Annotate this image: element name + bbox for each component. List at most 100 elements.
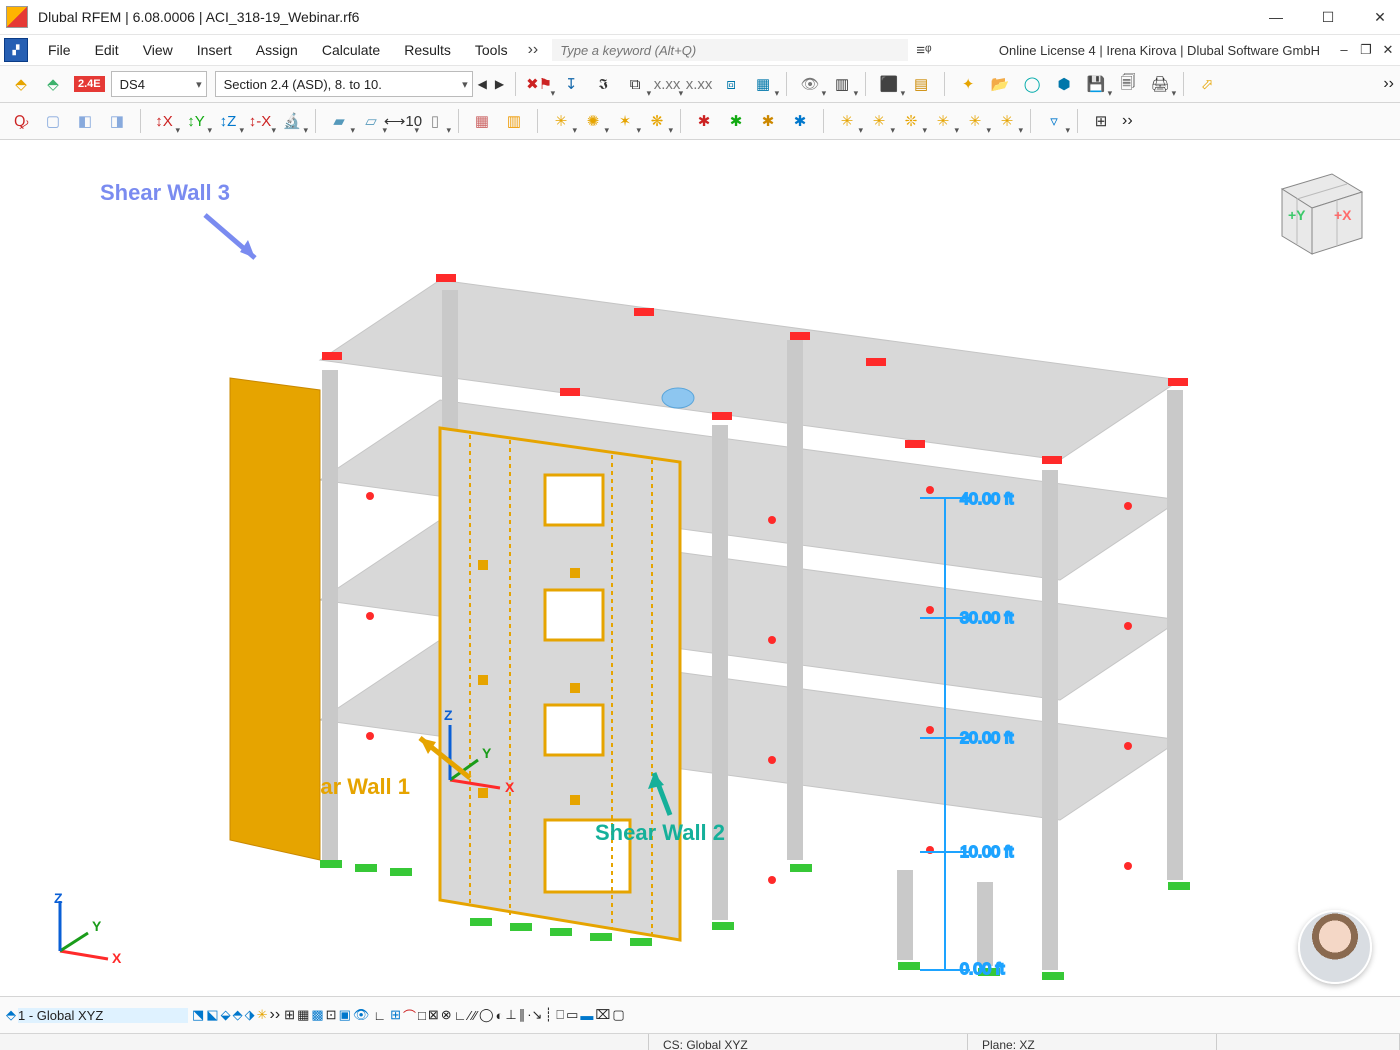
navigation-cube[interactable]: +X +Y (1262, 154, 1372, 264)
hinge4-icon[interactable]: ✱ (785, 106, 815, 136)
snap-grid-icon[interactable]: ⊞ (390, 1007, 401, 1023)
snap-node-icon[interactable]: ·↘ (527, 1007, 542, 1023)
microscope-icon[interactable]: 🔬 (277, 106, 307, 136)
model-viewport[interactable]: X Y Z 40.00 ft 30.00 ft 20.00 ft 10.00 f… (0, 140, 1400, 996)
menu-assign[interactable]: Assign (244, 38, 310, 62)
grid-toggle-icon[interactable]: ⊞ (1086, 106, 1116, 136)
snap-dline-icon[interactable]: ⁄⁄ (473, 1008, 477, 1023)
mdi-minimize[interactable]: – (1336, 42, 1352, 58)
snap-parallel-icon[interactable]: ∥ (519, 1007, 526, 1023)
guide1-icon[interactable]: ⎕ (556, 1007, 564, 1023)
print-icon[interactable]: 🖨 (1145, 69, 1175, 99)
grid4-icon[interactable]: ⊡ (326, 1007, 337, 1023)
snap-line-icon[interactable]: ∕ (468, 1008, 470, 1023)
mdi-restore[interactable]: ❐ (1358, 42, 1374, 58)
show-loads-icon[interactable]: ↧ (556, 69, 586, 99)
load-combo-icon[interactable]: ⬘ (6, 69, 36, 99)
axis-x-icon[interactable]: ↕X (149, 106, 179, 136)
design-situation-select[interactable]: DS4 (111, 71, 207, 97)
angle-icon[interactable]: ∟ (373, 1008, 386, 1023)
zoom-refresh-icon[interactable]: Ꝙ (6, 106, 36, 136)
guide2-icon[interactable]: ▭ (566, 1007, 578, 1023)
dimension-icon[interactable]: ⟷10 (388, 106, 418, 136)
ucs-star-icon[interactable]: ✳ (257, 1007, 268, 1023)
snap-circle-icon[interactable]: ◯ (479, 1007, 494, 1023)
new-model-icon[interactable]: ✦ (953, 69, 983, 99)
hinge3-icon[interactable]: ✱ (753, 106, 783, 136)
axis-neg-icon[interactable]: ↕-X (245, 106, 275, 136)
menu-overflow-icon[interactable]: ›› (520, 41, 547, 59)
saveas-icon[interactable]: 🗐 (1113, 69, 1143, 99)
support3-icon[interactable]: ✶ (610, 106, 640, 136)
support4-icon[interactable]: ❋ (642, 106, 672, 136)
search-options-icon[interactable]: ≡ᵠ (916, 42, 931, 59)
ucs5-icon[interactable]: ⬗ (245, 1007, 255, 1023)
grid5-icon[interactable]: ▣ (339, 1007, 351, 1023)
workplane-icon[interactable]: ⬘ (6, 1007, 16, 1023)
section-icon[interactable]: ▯ (420, 106, 450, 136)
menu-calculate[interactable]: Calculate (310, 38, 392, 62)
block-icon[interactable]: ⬢ (1049, 69, 1079, 99)
support1-icon[interactable]: ✳ (546, 106, 576, 136)
toolbar-overflow-2[interactable]: ›› (1122, 112, 1133, 130)
load-combo2-icon[interactable]: ⬘ (38, 69, 68, 99)
axis-z-icon[interactable]: ↕Z (213, 106, 243, 136)
snap-int-icon[interactable]: ⊗ (441, 1007, 452, 1023)
filter-icon[interactable]: ▿ (1039, 106, 1069, 136)
clip-box-icon[interactable]: ▤ (906, 69, 936, 99)
render-icon[interactable]: ◨ (102, 106, 132, 136)
smooth-icon[interactable]: ⧈ (716, 69, 746, 99)
release6-icon[interactable]: ✳ (992, 106, 1022, 136)
result-beams-icon[interactable]: 𝕴 (588, 69, 618, 99)
search-input[interactable] (552, 39, 908, 61)
grid2-icon[interactable]: ▦ (297, 1007, 309, 1023)
mesh2-icon[interactable]: ▥ (499, 106, 529, 136)
release4-icon[interactable]: ✳ (928, 106, 958, 136)
brand-logo[interactable]: ▞ (4, 38, 28, 62)
pointer-icon[interactable]: ⬀ (1192, 69, 1222, 99)
minimize-button[interactable]: — (1262, 9, 1290, 26)
ucs4-icon[interactable]: ⬘ (233, 1007, 243, 1023)
load-tag[interactable]: 2.4E (74, 76, 105, 92)
ucs1-icon[interactable]: ⬔ (192, 1007, 204, 1023)
prev-load-button[interactable]: ◀ (475, 77, 490, 91)
solid-icon[interactable]: ◧ (70, 106, 100, 136)
guide4-icon[interactable]: ⌧ (595, 1007, 610, 1023)
snap-guide-icon[interactable]: ┊ (544, 1007, 552, 1023)
snap-perp-icon[interactable]: ⊥ (505, 1007, 516, 1023)
result-values-icon[interactable]: x.xx (652, 69, 682, 99)
maximize-button[interactable]: ☐ (1314, 9, 1342, 26)
menu-results[interactable]: Results (392, 38, 463, 62)
iso-icon[interactable]: ▦ (748, 69, 778, 99)
release2-icon[interactable]: ✳ (864, 106, 894, 136)
ucs2-icon[interactable]: ⬕ (206, 1007, 218, 1023)
toolbar-overflow-1[interactable]: ›› (1383, 75, 1394, 93)
next-load-button[interactable]: ▶ (492, 77, 507, 91)
guide3-icon[interactable]: ▬ (580, 1008, 593, 1023)
member-icon[interactable]: ▰ (324, 106, 354, 136)
hinge1-icon[interactable]: ✱ (689, 106, 719, 136)
menu-edit[interactable]: Edit (83, 38, 131, 62)
cloud-icon[interactable]: ◯ (1017, 69, 1047, 99)
menu-view[interactable]: View (131, 38, 185, 62)
view-toggle-icon[interactable]: 👁 (795, 69, 825, 99)
release1-icon[interactable]: ✳ (832, 106, 862, 136)
mdi-close[interactable]: ✕ (1380, 42, 1396, 58)
close-button[interactable]: ✕ (1366, 9, 1394, 26)
transparency-icon[interactable]: ▥ (827, 69, 857, 99)
open-icon[interactable]: 📂 (985, 69, 1015, 99)
snap-mid-icon[interactable]: ⊠ (428, 1007, 439, 1023)
bottom-overflow-1[interactable]: ›› (270, 1006, 281, 1024)
mesh1-icon[interactable]: ▦ (467, 106, 497, 136)
save-icon[interactable]: 💾 (1081, 69, 1111, 99)
result-surface-icon[interactable]: x.xx (684, 69, 714, 99)
wireframe-icon[interactable]: ▢ (38, 106, 68, 136)
snap-tangent-icon[interactable]: ◐ (496, 1008, 504, 1023)
grid3-icon[interactable]: ▩ (311, 1007, 323, 1023)
workplane-select[interactable]: 1 - Global XYZ (18, 1008, 188, 1023)
hinge2-icon[interactable]: ✱ (721, 106, 751, 136)
grid6-icon[interactable]: 👁 (353, 1007, 370, 1023)
grid1-icon[interactable]: ⊞ (284, 1007, 295, 1023)
result-diagram-icon[interactable]: ⧉ (620, 69, 650, 99)
axis-y-icon[interactable]: ↕Y (181, 106, 211, 136)
